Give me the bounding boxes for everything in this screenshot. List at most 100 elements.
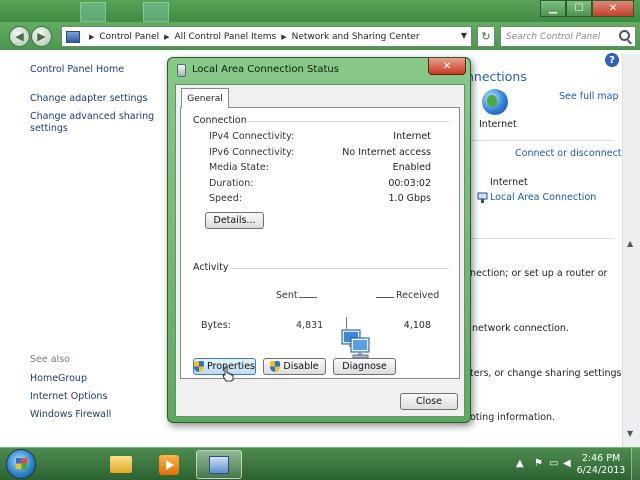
divider-tick	[346, 317, 347, 329]
task-text: ters, or change sharing settings.	[470, 368, 625, 379]
breadcrumb-control-panel[interactable]: Control Panel	[99, 32, 159, 42]
network-icon[interactable]: ▭	[549, 458, 558, 469]
control-panel-icon	[209, 455, 229, 474]
disable-button-label: Disable	[283, 361, 319, 372]
back-button[interactable]: ◀	[9, 26, 30, 47]
flag-icon[interactable]: ⚑	[534, 458, 543, 469]
search-icon[interactable]	[619, 30, 630, 41]
ethernet-icon	[477, 192, 488, 203]
chevron-right-icon[interactable]: ▶	[89, 33, 94, 41]
dialog-body: General Connection IPv4 Connectivity: In…	[175, 84, 465, 417]
window-thumbnail	[143, 2, 169, 22]
ipv6-label: IPv6 Connectivity:	[209, 147, 295, 158]
arrow-right-icon: ▶	[37, 30, 46, 43]
maximize-button[interactable]: ☐	[566, 0, 592, 17]
clock-date: 6/24/2013	[576, 465, 626, 476]
disable-button[interactable]: Disable	[263, 358, 326, 375]
connection-status-dialog: Local Area Connection Status ✕ General C…	[167, 57, 471, 423]
speed-value: 1.0 Gbps	[388, 193, 432, 204]
arrow-left-icon: ◀	[15, 30, 24, 43]
vertical-scrollbar[interactable]: ▲ ▼	[622, 54, 640, 447]
breadcrumb-network-sharing[interactable]: Network and Sharing Center	[292, 32, 420, 42]
search-placeholder: Search Control Panel	[506, 31, 601, 42]
dialog-close-button[interactable]: ✕	[428, 58, 466, 75]
internet-globe-icon	[482, 89, 508, 115]
change-advanced-sharing-link[interactable]: Change advanced sharing settings	[30, 111, 155, 135]
group-divider	[231, 268, 449, 269]
scroll-up-icon[interactable]: ▲	[627, 239, 633, 248]
arrow-up-icon[interactable]: ▲	[516, 458, 524, 469]
forward-button[interactable]: ▶	[31, 26, 52, 47]
speed-label: Speed:	[209, 193, 242, 204]
group-divider	[243, 121, 449, 122]
show-desktop-button[interactable]	[631, 448, 640, 480]
bytes-sent-value: 4,831	[296, 320, 324, 331]
access-type-value: Internet	[490, 177, 528, 188]
tab-general[interactable]: General	[181, 88, 229, 108]
taskbar-media-player[interactable]	[146, 450, 192, 479]
sent-label: Sent	[276, 290, 298, 301]
clock[interactable]: 2:46 PM 6/24/2013	[576, 453, 626, 477]
ipv4-value: Internet	[393, 131, 431, 142]
taskbar: ▲ ⚑ ▭ ◀ 2:46 PM 6/24/2013	[0, 447, 640, 480]
navigation-bar: ◀ ▶ ▶ Control Panel ▶ All Control Panel …	[0, 22, 640, 50]
details-button[interactable]: Details...	[205, 212, 264, 229]
chevron-right-icon[interactable]: ▶	[164, 33, 169, 41]
media-player-icon	[159, 454, 179, 475]
network-adapter-icon	[177, 64, 186, 77]
scroll-down-icon[interactable]: ▼	[627, 429, 633, 438]
help-icon[interactable]: ?	[605, 53, 619, 67]
refresh-button[interactable]: ↻	[477, 26, 495, 47]
ipv6-value: No Internet access	[342, 147, 431, 158]
bytes-label: Bytes:	[201, 320, 231, 331]
start-button[interactable]	[6, 449, 36, 479]
task-text: oting information.	[470, 412, 556, 423]
uac-shield-icon	[270, 361, 281, 372]
activity-line	[299, 297, 317, 298]
control-panel-icon	[66, 30, 80, 43]
address-bar[interactable]: ▶ Control Panel ▶ All Control Panel Item…	[61, 26, 472, 47]
close-button[interactable]: ✕	[592, 0, 634, 17]
hand-cursor-icon	[222, 366, 234, 382]
change-adapter-settings-link[interactable]: Change adapter settings	[30, 93, 147, 105]
general-tab-page: Connection IPv4 Connectivity: Internet I…	[180, 107, 460, 379]
local-area-connection-link[interactable]: Local Area Connection	[490, 192, 596, 203]
close-dialog-button[interactable]: Close	[400, 393, 458, 410]
taskbar-explorer[interactable]	[98, 450, 144, 479]
internet-options-link[interactable]: Internet Options	[30, 391, 107, 403]
media-state-value: Enabled	[392, 162, 431, 173]
duration-label: Duration:	[209, 178, 254, 189]
breadcrumb-all-items[interactable]: All Control Panel Items	[174, 32, 276, 42]
speaker-icon[interactable]: ◀	[563, 458, 571, 469]
windows-firewall-link[interactable]: Windows Firewall	[30, 409, 111, 421]
duration-value: 00:03:02	[388, 178, 431, 189]
homegroup-link[interactable]: HomeGroup	[30, 373, 87, 385]
media-state-label: Media State:	[209, 162, 269, 173]
bytes-received-value: 4,108	[403, 320, 431, 331]
see-also-heading: See also	[30, 354, 70, 365]
left-pane: Control Panel Home Change adapter settin…	[0, 50, 168, 447]
diagnose-button[interactable]: Diagnose	[333, 358, 396, 375]
control-panel-home-link[interactable]: Control Panel Home	[30, 64, 124, 76]
task-text: network connection.	[472, 323, 569, 334]
connect-or-disconnect-link[interactable]: Connect or disconnect	[515, 148, 622, 159]
uac-shield-icon	[194, 361, 204, 372]
search-input[interactable]: Search Control Panel	[500, 26, 636, 47]
chevron-right-icon[interactable]: ▶	[281, 33, 286, 41]
ipv4-label: IPv4 Connectivity:	[209, 131, 295, 142]
taskbar-control-panel[interactable]	[196, 450, 242, 479]
refresh-icon: ↻	[481, 30, 491, 43]
connection-group-label: Connection	[193, 115, 247, 126]
dialog-title: Local Area Connection Status	[192, 64, 339, 75]
activity-group-label: Activity	[193, 262, 229, 273]
folder-icon	[110, 456, 132, 473]
chevron-down-icon[interactable]: ▼	[461, 31, 467, 40]
divider	[470, 140, 614, 141]
title-bar[interactable]: ▁ ☐ ✕	[0, 0, 640, 22]
see-full-map-link[interactable]: See full map	[559, 91, 619, 102]
minimize-button[interactable]: ▁	[540, 0, 566, 17]
clock-time: 2:46 PM	[581, 453, 621, 464]
close-icon: ✕	[442, 60, 452, 72]
task-text: nection; or set up a router or	[470, 268, 608, 279]
internet-label: Internet	[479, 119, 517, 130]
